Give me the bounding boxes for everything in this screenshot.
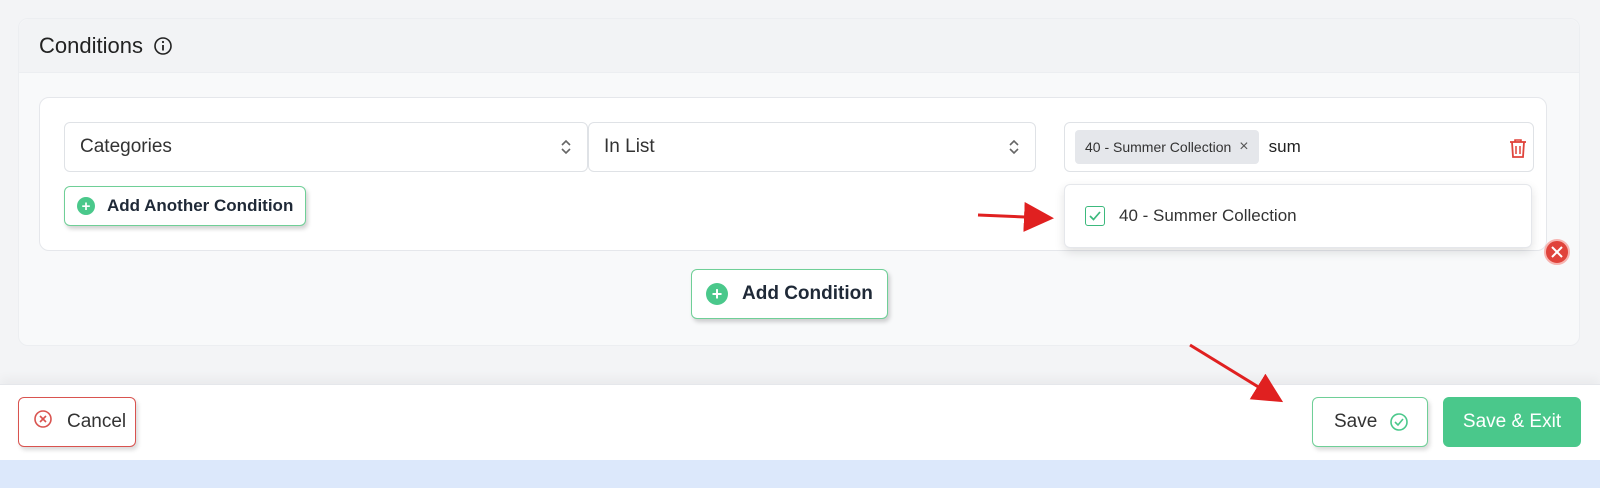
save-label: Save <box>1334 411 1378 432</box>
field-select[interactable]: Categories <box>64 122 588 172</box>
cancel-circle-icon <box>33 409 53 435</box>
check-circle-icon <box>1389 412 1409 432</box>
add-another-condition-label: Add Another Condition <box>107 196 294 215</box>
selected-tag: 40 - Summer Collection × <box>1075 130 1259 164</box>
trash-icon[interactable] <box>1507 137 1529 164</box>
cancel-label: Cancel <box>67 411 127 432</box>
info-circle-icon[interactable] <box>153 36 173 56</box>
add-condition-button[interactable]: + Add Condition <box>691 269 888 319</box>
save-and-exit-button[interactable]: Save & Exit <box>1443 397 1581 447</box>
values-search-text[interactable]: sum <box>1269 137 1301 157</box>
chevron-up-down-icon <box>559 137 573 163</box>
operator-select[interactable]: In List <box>588 122 1036 172</box>
checkbox-checked[interactable] <box>1085 206 1105 226</box>
plus-circle-icon: + <box>77 197 95 215</box>
add-condition-label: Add Condition <box>742 283 873 304</box>
operator-select-value: In List <box>604 136 655 157</box>
save-button[interactable]: Save <box>1312 397 1428 447</box>
conditions-header: Conditions <box>19 19 1579 73</box>
action-footer: Cancel Save Save & Exit <box>0 384 1600 460</box>
chevron-up-down-icon <box>1007 137 1021 163</box>
plus-circle-icon: + <box>706 283 728 305</box>
save-and-exit-label: Save & Exit <box>1462 411 1562 432</box>
conditions-title: Conditions <box>39 32 143 58</box>
close-icon[interactable]: × <box>1239 138 1248 156</box>
dropdown-option-label[interactable]: 40 - Summer Collection <box>1119 206 1297 226</box>
bottom-background-band <box>0 460 1600 488</box>
cancel-button[interactable]: Cancel <box>18 397 136 447</box>
conditions-card: Conditions Categories In List 40 - Summe… <box>18 18 1580 346</box>
selected-tag-label: 40 - Summer Collection <box>1085 139 1232 155</box>
values-dropdown: 40 - Summer Collection <box>1064 184 1532 248</box>
field-select-value: Categories <box>80 136 172 157</box>
add-another-condition-button[interactable]: + Add Another Condition <box>64 186 307 226</box>
values-multiselect[interactable]: 40 - Summer Collection × sum <box>1064 122 1534 172</box>
close-circle-icon[interactable] <box>1543 238 1571 271</box>
